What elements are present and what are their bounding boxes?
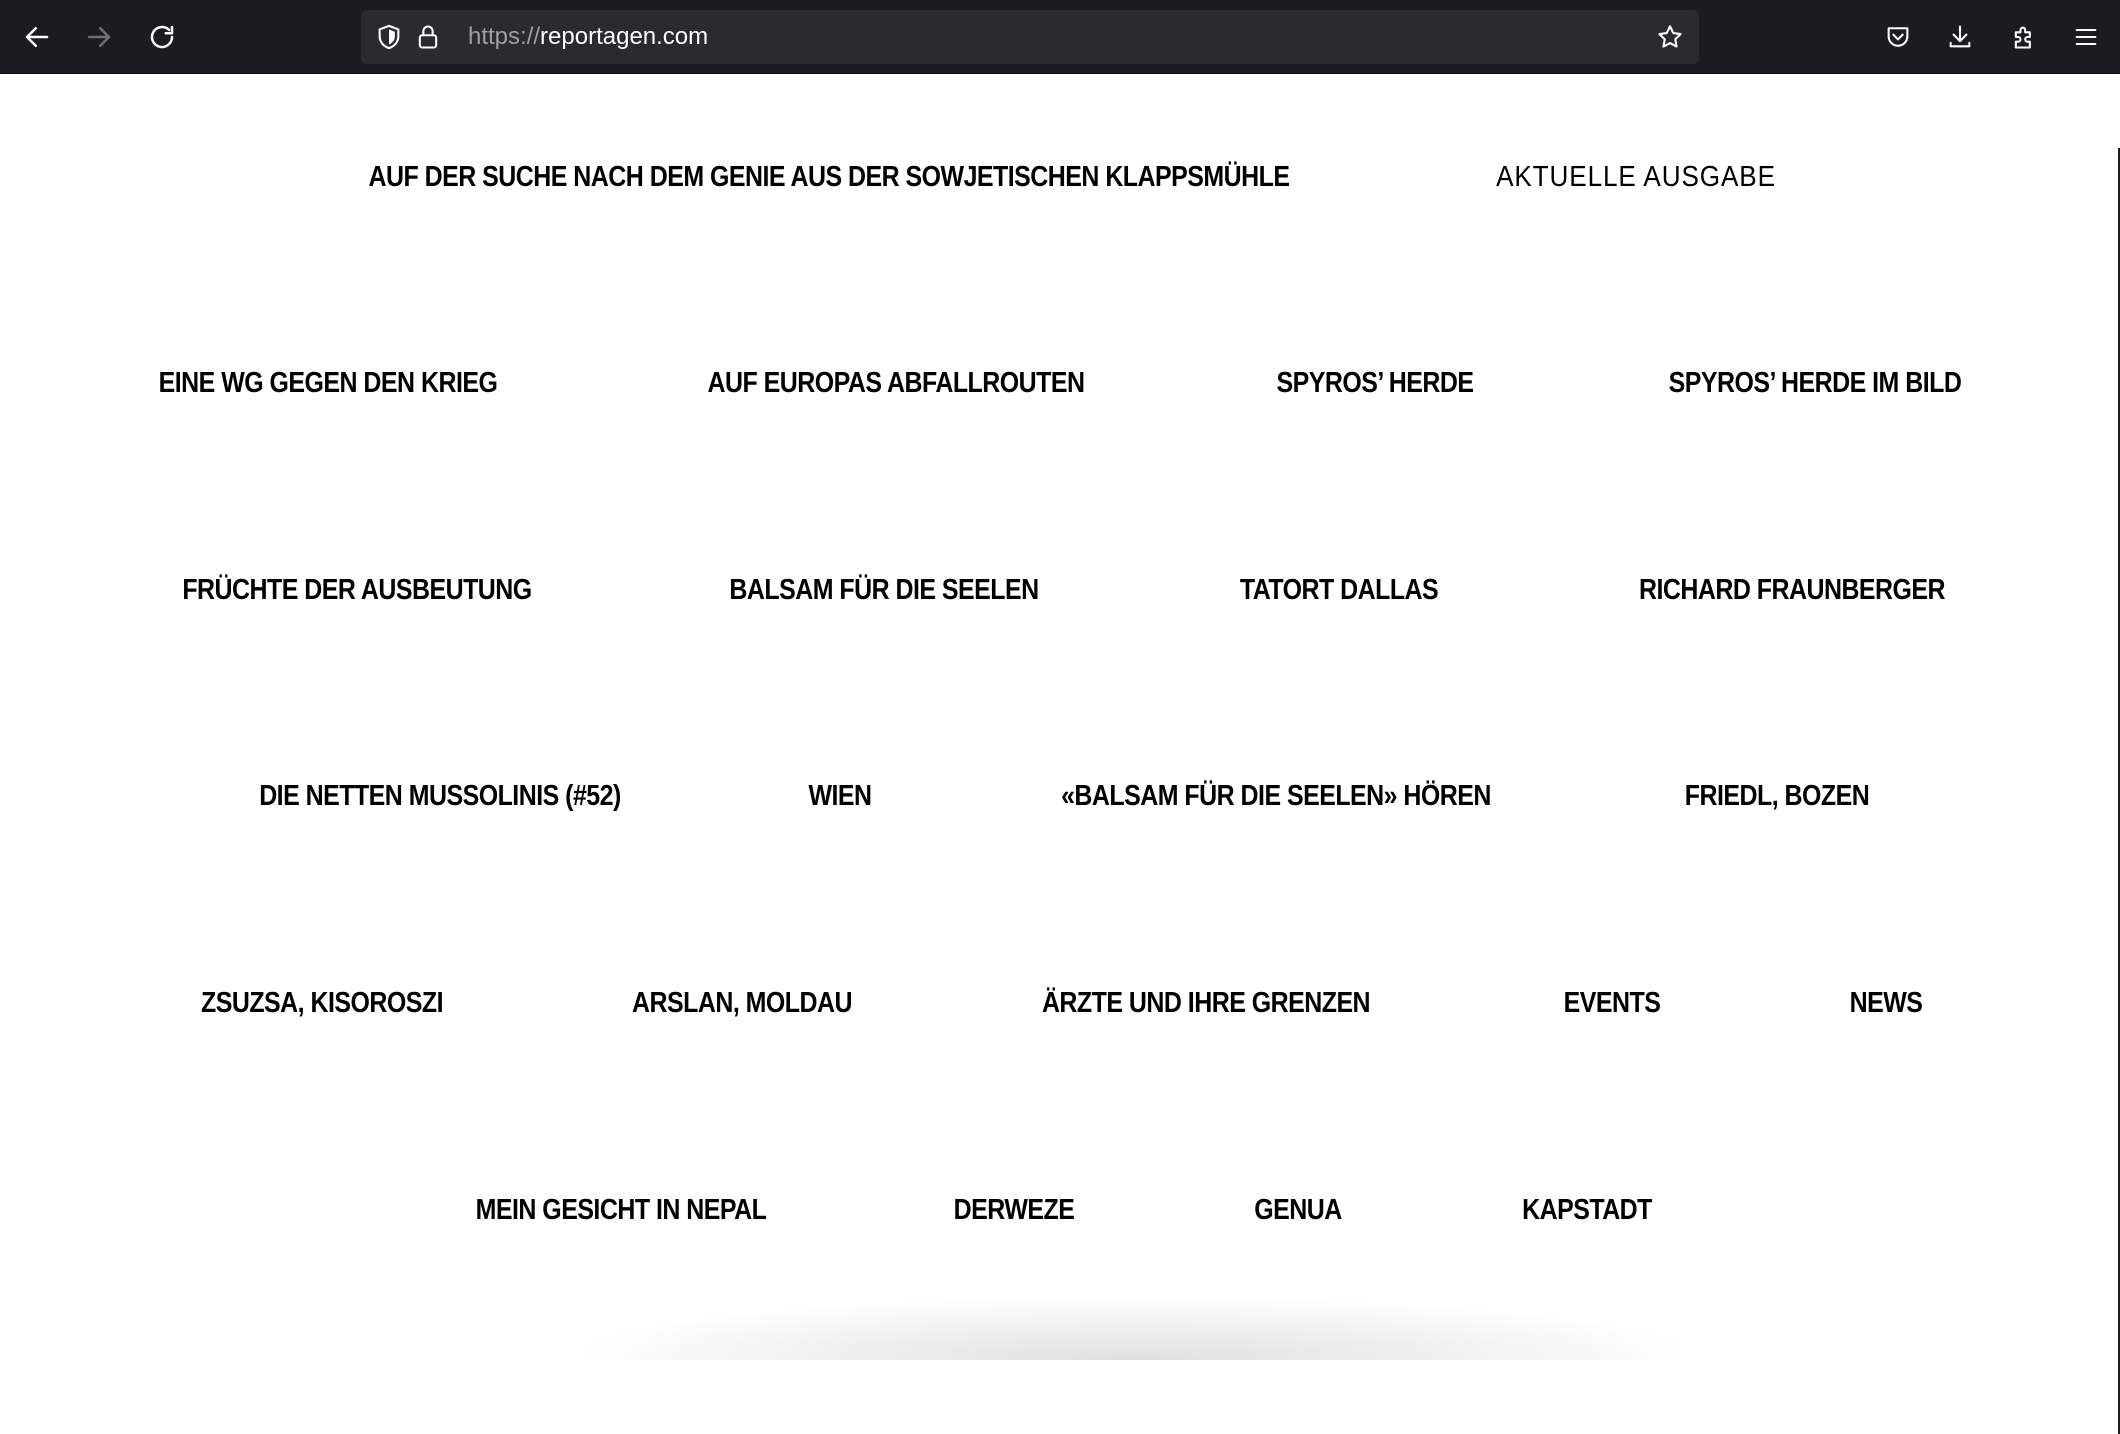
reload-icon xyxy=(147,22,177,52)
reload-button[interactable] xyxy=(137,12,187,62)
address-bar[interactable]: https://reportagen.com xyxy=(361,10,1699,64)
article-link[interactable]: GENUA xyxy=(1254,1192,1342,1228)
extensions-button[interactable] xyxy=(1999,12,2049,62)
article-link[interactable]: EINE WG GEGEN DEN KRIEG xyxy=(159,365,498,401)
back-arrow-icon xyxy=(22,22,52,52)
article-link[interactable]: DIE NETTEN MUSSOLINIS (#52) xyxy=(259,778,621,814)
url-text[interactable]: https://reportagen.com xyxy=(468,23,708,51)
back-button[interactable] xyxy=(12,12,62,62)
article-link[interactable]: «BALSAM FÜR DIE SEELEN» HÖREN xyxy=(1061,778,1491,814)
article-link[interactable]: MEIN GESICHT IN NEPAL xyxy=(476,1192,767,1228)
browser-toolbar: https://reportagen.com xyxy=(0,0,2120,74)
hamburger-menu-icon xyxy=(2072,23,2100,51)
url-scheme: https:// xyxy=(468,23,541,50)
article-link[interactable]: ARSLAN, MOLDAU xyxy=(632,985,853,1021)
puzzle-icon xyxy=(2010,23,2038,51)
article-link[interactable]: WIEN xyxy=(808,778,872,814)
bottom-shadow xyxy=(590,1300,1680,1360)
article-link[interactable]: RICHARD FRAUNBERGER xyxy=(1639,572,1946,608)
events-link[interactable]: EVENTS xyxy=(1564,985,1661,1021)
current-issue-link[interactable]: AKTUELLE AUSGABE xyxy=(1496,159,1776,195)
pocket-icon xyxy=(1884,23,1912,51)
pocket-button[interactable] xyxy=(1873,12,1923,62)
lock-icon[interactable] xyxy=(413,22,443,52)
app-menu-button[interactable] xyxy=(2061,12,2111,62)
star-icon[interactable] xyxy=(1655,22,1685,52)
article-link[interactable]: TATORT DALLAS xyxy=(1240,572,1439,608)
url-host: reportagen.com xyxy=(540,23,709,50)
download-icon xyxy=(1946,23,1974,51)
article-link[interactable]: ÄRZTE UND IHRE GRENZEN xyxy=(1042,985,1371,1021)
article-link[interactable]: FRÜCHTE DER AUSBEUTUNG xyxy=(182,572,532,608)
article-link[interactable]: AUF EUROPAS ABFALLROUTEN xyxy=(708,365,1085,401)
downloads-button[interactable] xyxy=(1935,12,1985,62)
page-content: AUF DER SUCHE NACH DEM GENIE AUS DER SOW… xyxy=(0,74,2120,1434)
article-link[interactable]: BALSAM FÜR DIE SEELEN xyxy=(729,572,1039,608)
article-link[interactable]: KAPSTADT xyxy=(1522,1192,1652,1228)
forward-button[interactable] xyxy=(74,12,124,62)
featured-article-link[interactable]: AUF DER SUCHE NACH DEM GENIE AUS DER SOW… xyxy=(369,159,1290,195)
forward-arrow-icon xyxy=(84,22,114,52)
article-link[interactable]: SPYROS’ HERDE IM BILD xyxy=(1669,365,1962,401)
article-link[interactable]: SPYROS’ HERDE xyxy=(1276,365,1474,401)
shield-icon[interactable] xyxy=(374,22,404,52)
article-link[interactable]: ZSUZSA, KISOROSZI xyxy=(201,985,444,1021)
news-link[interactable]: NEWS xyxy=(1850,985,1923,1021)
article-link[interactable]: FRIEDL, BOZEN xyxy=(1685,778,1870,814)
article-link[interactable]: DERWEZE xyxy=(954,1192,1075,1228)
